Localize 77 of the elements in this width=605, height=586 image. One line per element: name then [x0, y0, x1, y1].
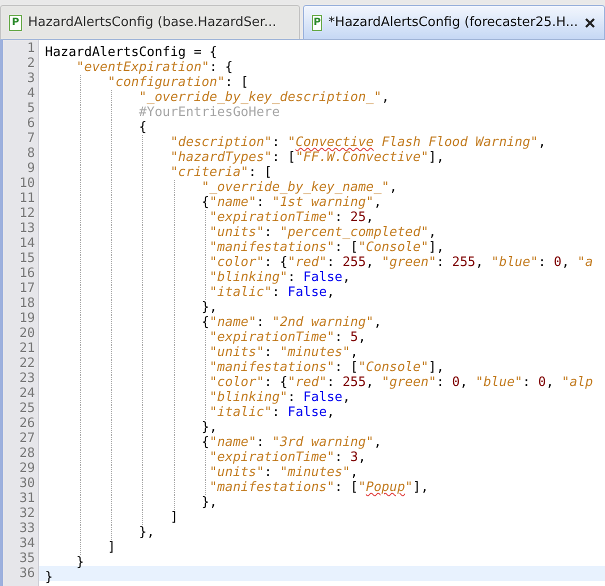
code-line: "manifestations": ["Console"], — [45, 240, 444, 255]
code-line: #YourEntriesGoHere — [45, 105, 280, 120]
line-number: 10 — [18, 176, 36, 191]
code-line: }, — [45, 300, 218, 315]
code-line: }, — [45, 495, 218, 510]
line-number: 5 — [26, 101, 36, 116]
line-number: 13 — [18, 221, 36, 236]
line-number: 27 — [18, 431, 36, 446]
line-number: 34 — [18, 536, 36, 551]
line-number: 28 — [18, 446, 36, 461]
line-number: 12 — [18, 206, 36, 221]
code-line: "units": "minutes", — [45, 345, 358, 360]
code-line: "_override_by_key_description_", — [45, 90, 390, 105]
file-icon: P — [9, 14, 22, 30]
line-number: 20 — [18, 326, 36, 341]
code-line: "expirationTime": 3, — [45, 450, 366, 465]
code-line: "italic": False, — [45, 285, 335, 300]
code-line: "manifestations": ["Console"], — [45, 360, 444, 375]
line-number: 33 — [18, 521, 36, 536]
code-line: }, — [45, 420, 218, 435]
code-line: } — [75, 555, 84, 570]
line-number: 25 — [18, 401, 36, 416]
line-number: 18 — [18, 296, 36, 311]
line-number: 6 — [26, 116, 36, 131]
code-line: "configuration": [ — [45, 75, 248, 90]
code-line: "hazardTypes": ["FF.W.Convective"], — [45, 150, 444, 165]
code-line: "expirationTime": 5, — [45, 330, 366, 345]
code-line: "blinking": False, — [45, 390, 350, 405]
code-line: "units": "percent_completed", — [45, 225, 436, 240]
code-line: "italic": False, — [45, 405, 335, 420]
code-line: "color": {"red": 255, "green": 255, "blue": 0, "a — [45, 255, 593, 270]
code-line: "eventExpiration": { — [75, 60, 233, 75]
line-number: 2 — [26, 56, 36, 71]
code-line: } — [45, 570, 53, 585]
code-line: {"name": "1st warning", — [45, 195, 382, 210]
code-line: ] — [45, 540, 116, 555]
code-line: "color": {"red": 255, "green": 0, "blue": 0, "alp — [45, 375, 593, 390]
line-number: 16 — [18, 266, 36, 281]
line-number: 19 — [18, 311, 36, 326]
line-number: 4 — [26, 86, 36, 101]
line-number: 9 — [26, 161, 36, 176]
code-line: "criteria": [ — [45, 165, 272, 180]
editor-tab[interactable]: P HazardAlertsConfig (base.HazardSer... — [0, 5, 300, 39]
line-number: 30 — [18, 476, 36, 491]
code-line: "_override_by_key_name_", — [45, 180, 398, 195]
line-number: 36 — [18, 566, 36, 581]
code-line: {"name": "3rd warning", — [45, 435, 382, 450]
line-number: 22 — [18, 356, 36, 371]
code-line: "blinking": False, — [45, 270, 350, 285]
code-line: "expirationTime": 25, — [45, 210, 374, 225]
line-number: 26 — [18, 416, 36, 431]
code-line: ] — [45, 510, 178, 525]
code-line: HazardAlertsConfig = { — [45, 45, 218, 60]
close-icon[interactable] — [584, 16, 596, 28]
code-line: {"name": "2nd warning", — [45, 315, 382, 330]
line-number: 11 — [18, 191, 36, 206]
line-number: 24 — [18, 386, 36, 401]
line-number: 7 — [26, 131, 36, 146]
line-number: 35 — [18, 551, 36, 566]
code-line: "description": "Convective Flash Flood Warning", — [45, 135, 546, 150]
line-number: 15 — [18, 251, 36, 266]
code-line: }, — [45, 525, 155, 540]
file-icon: P — [312, 14, 322, 30]
line-number: 1 — [26, 41, 36, 56]
line-number: 29 — [18, 461, 36, 476]
code-line: "units": "minutes", — [45, 465, 358, 480]
code-line: "manifestations": ["Popup"], — [45, 480, 429, 495]
line-number: 14 — [18, 236, 36, 251]
line-number: 32 — [18, 506, 36, 521]
line-number: 17 — [18, 281, 36, 296]
code-line: { — [45, 120, 147, 135]
line-number: 31 — [18, 491, 36, 506]
line-number: 3 — [26, 71, 36, 86]
editor-tab[interactable]: P *HazardAlertsConfig (forecaster25.H... — [303, 5, 605, 39]
line-number: 23 — [18, 371, 36, 386]
line-number: 21 — [18, 341, 36, 356]
line-number: 8 — [26, 146, 36, 161]
